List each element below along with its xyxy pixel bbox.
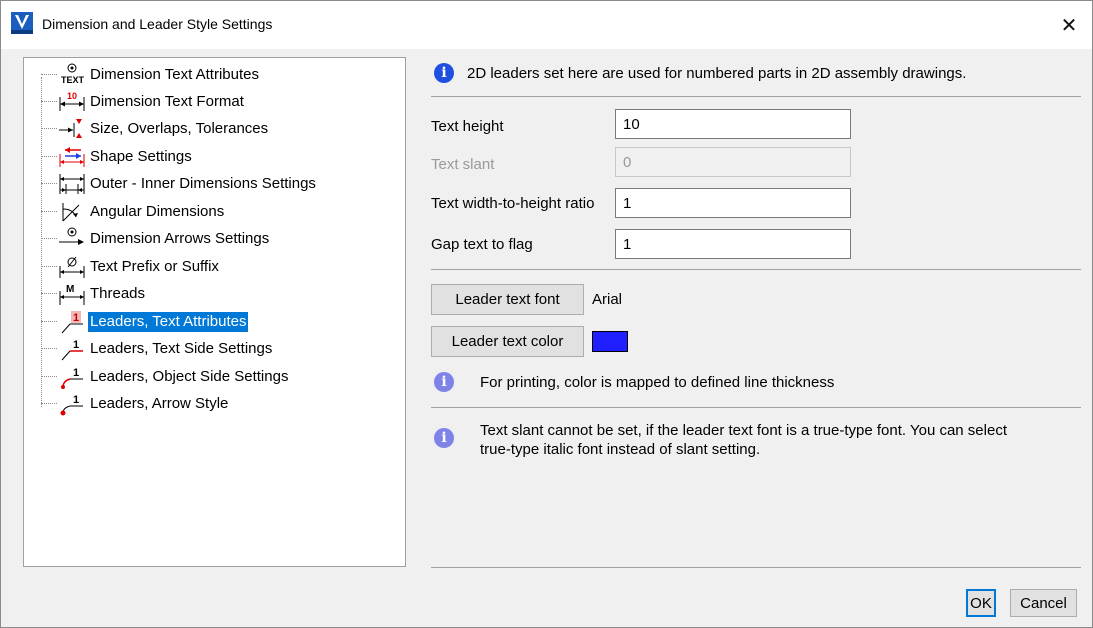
window-title: Dimension and Leader Style Settings	[42, 16, 273, 32]
info-icon: i	[434, 428, 454, 448]
width-ratio-input[interactable]	[615, 188, 851, 218]
text-height-input[interactable]	[615, 109, 851, 139]
text-height-label: Text height	[431, 118, 504, 135]
svg-text:1: 1	[73, 394, 79, 406]
tree-item-angular-dimensions[interactable]: Angular Dimensions	[24, 198, 384, 225]
tree-item-label: Threads	[90, 285, 146, 302]
info-icon: i	[434, 372, 454, 392]
tree-item-leaders-text-attributes[interactable]: 1 Leaders, Text Attributes	[24, 308, 384, 335]
tree-item-dimension-arrows[interactable]: Dimension Arrows Settings	[24, 225, 384, 252]
tree-item-text-prefix-suffix[interactable]: Text Prefix or Suffix	[24, 253, 384, 280]
leader-object-side-icon: 1	[61, 367, 83, 389]
tree-item-leaders-text-side[interactable]: 1 Leaders, Text Side Settings	[24, 335, 384, 362]
tree-item-label: Leaders, Text Attributes	[88, 312, 249, 332]
tree-branch	[41, 348, 57, 349]
leader-text-font-button[interactable]: Leader text font	[431, 284, 584, 315]
text-slant-input	[615, 147, 851, 177]
tree-branch	[41, 266, 57, 267]
leader-arrow-style-icon: 1	[60, 394, 83, 416]
tree-item-shape-settings[interactable]: Shape Settings	[24, 143, 384, 170]
slant-info-line-2: true-type italic font instead of slant s…	[480, 441, 761, 458]
tree-item-leaders-arrow-style[interactable]: 1 Leaders, Arrow Style	[24, 390, 384, 417]
separator	[431, 96, 1081, 97]
top-info-text: 2D leaders set here are used for numbere…	[467, 65, 967, 82]
tree-item-dimension-text-attributes[interactable]: TEXT Dimension Text Attributes	[24, 61, 384, 88]
tree-branch	[41, 403, 57, 404]
ok-button[interactable]: OK	[966, 589, 996, 617]
tree-item-label: Size, Overlaps, Tolerances	[90, 120, 269, 137]
color-swatch[interactable]	[592, 331, 628, 352]
svg-text:1: 1	[73, 339, 79, 351]
font-name-value: Arial	[592, 291, 623, 308]
tree-item-label: Dimension Text Attributes	[90, 66, 259, 83]
tree-item-label: Dimension Arrows Settings	[90, 230, 270, 247]
svg-text:10: 10	[67, 91, 77, 101]
tree-item-label: Leaders, Text Side Settings	[90, 340, 273, 357]
gap-input[interactable]	[615, 229, 851, 259]
close-button[interactable]: ✕	[1046, 1, 1092, 49]
leader-text-side-icon: 1	[61, 339, 83, 361]
tree-item-dimension-text-format[interactable]: 10 Dimension Text Format	[24, 88, 384, 115]
tree-branch	[41, 156, 57, 157]
svg-text:TEXT: TEXT	[61, 75, 85, 85]
tree-item-outer-inner-dimensions[interactable]: Outer - Inner Dimensions Settings	[24, 170, 384, 197]
title-bar: Dimension and Leader Style Settings ✕	[1, 1, 1092, 49]
tree-item-size-overlaps-tolerances[interactable]: Size, Overlaps, Tolerances	[24, 115, 384, 142]
prefix-suffix-icon	[59, 256, 85, 278]
svg-text:1: 1	[73, 312, 79, 324]
arrows-icon	[59, 227, 84, 245]
tree-branch	[41, 293, 57, 294]
tree-item-label: Text Prefix or Suffix	[90, 258, 219, 275]
text-format-icon: 10	[59, 91, 85, 111]
gap-label: Gap text to flag	[431, 236, 533, 253]
tree-branch	[41, 101, 57, 102]
tree-item-label: Leaders, Arrow Style	[90, 395, 229, 412]
vericut-app-icon	[11, 12, 33, 34]
tree-branch	[41, 74, 57, 75]
width-ratio-label: Text width-to-height ratio	[431, 195, 595, 212]
tree-item-leaders-object-side[interactable]: 1 Leaders, Object Side Settings	[24, 363, 384, 390]
tree-branch	[41, 376, 57, 377]
tree-branch	[41, 238, 57, 239]
svg-text:1: 1	[73, 367, 79, 379]
tree-item-label: Dimension Text Format	[90, 93, 244, 110]
close-icon: ✕	[1060, 14, 1078, 37]
dialog-window: Dimension and Leader Style Settings ✕ TE…	[0, 0, 1093, 628]
shape-settings-icon	[59, 147, 85, 167]
tree-branch	[41, 128, 57, 129]
separator	[431, 567, 1081, 568]
tree-item-threads[interactable]: M Threads	[24, 280, 384, 307]
separator	[431, 407, 1081, 408]
text-slant-label: Text slant	[431, 156, 495, 173]
tolerances-icon	[59, 119, 82, 138]
leader-text-attr-icon: 1	[61, 311, 83, 334]
info-icon: i	[434, 63, 454, 83]
leader-text-color-button[interactable]: Leader text color	[431, 326, 584, 357]
separator	[431, 269, 1081, 270]
tree-item-label: Shape Settings	[90, 148, 192, 165]
tree-branch	[41, 183, 57, 184]
cancel-button[interactable]: Cancel	[1010, 589, 1077, 617]
angular-icon	[62, 203, 80, 222]
svg-text:M: M	[66, 284, 74, 295]
text-attributes-icon: TEXT	[61, 63, 85, 85]
tree-item-label: Outer - Inner Dimensions Settings	[90, 175, 316, 192]
tree-branch	[41, 211, 57, 212]
tree-item-label: Leaders, Object Side Settings	[90, 368, 289, 385]
tree-branch	[41, 321, 57, 322]
settings-tree[interactable]: TEXT Dimension Text Attributes 10 Dimens…	[23, 57, 406, 567]
slant-info-line-1: Text slant cannot be set, if the leader …	[480, 422, 1007, 439]
tree-item-label: Angular Dimensions	[90, 203, 225, 220]
color-info-text: For printing, color is mapped to defined…	[480, 374, 835, 391]
outer-inner-icon	[59, 174, 85, 194]
threads-icon: M	[59, 284, 85, 305]
